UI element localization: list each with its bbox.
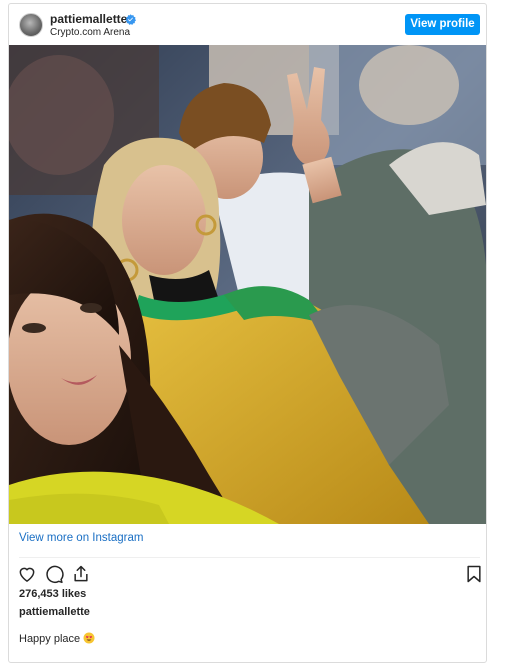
bookmark-icon[interactable]	[464, 564, 484, 584]
avatar[interactable]	[19, 13, 43, 37]
username-link[interactable]: pattiemallette	[50, 12, 127, 26]
post-photo[interactable]	[9, 45, 486, 524]
view-more-link[interactable]: View more on Instagram	[19, 532, 143, 544]
heart-icon[interactable]	[17, 564, 37, 584]
comment-icon[interactable]	[44, 564, 64, 584]
divider	[19, 557, 480, 558]
likes-count[interactable]: 276,453 likes	[19, 588, 86, 600]
verified-badge-icon	[125, 14, 136, 25]
view-profile-button[interactable]: View profile	[405, 14, 480, 35]
heart-eyes-emoji-icon	[83, 632, 95, 644]
caption-text: Happy place	[19, 633, 81, 645]
instagram-embed: pattiemallette Crypto.com Arena View pro…	[8, 3, 487, 663]
caption-username[interactable]: pattiemallette	[19, 606, 90, 618]
post-photo-illustration	[9, 45, 486, 524]
share-icon[interactable]	[71, 564, 91, 584]
post-header: pattiemallette Crypto.com Arena View pro…	[9, 4, 486, 45]
location-link[interactable]: Crypto.com Arena	[50, 27, 130, 38]
caption: Happy place	[19, 632, 95, 645]
